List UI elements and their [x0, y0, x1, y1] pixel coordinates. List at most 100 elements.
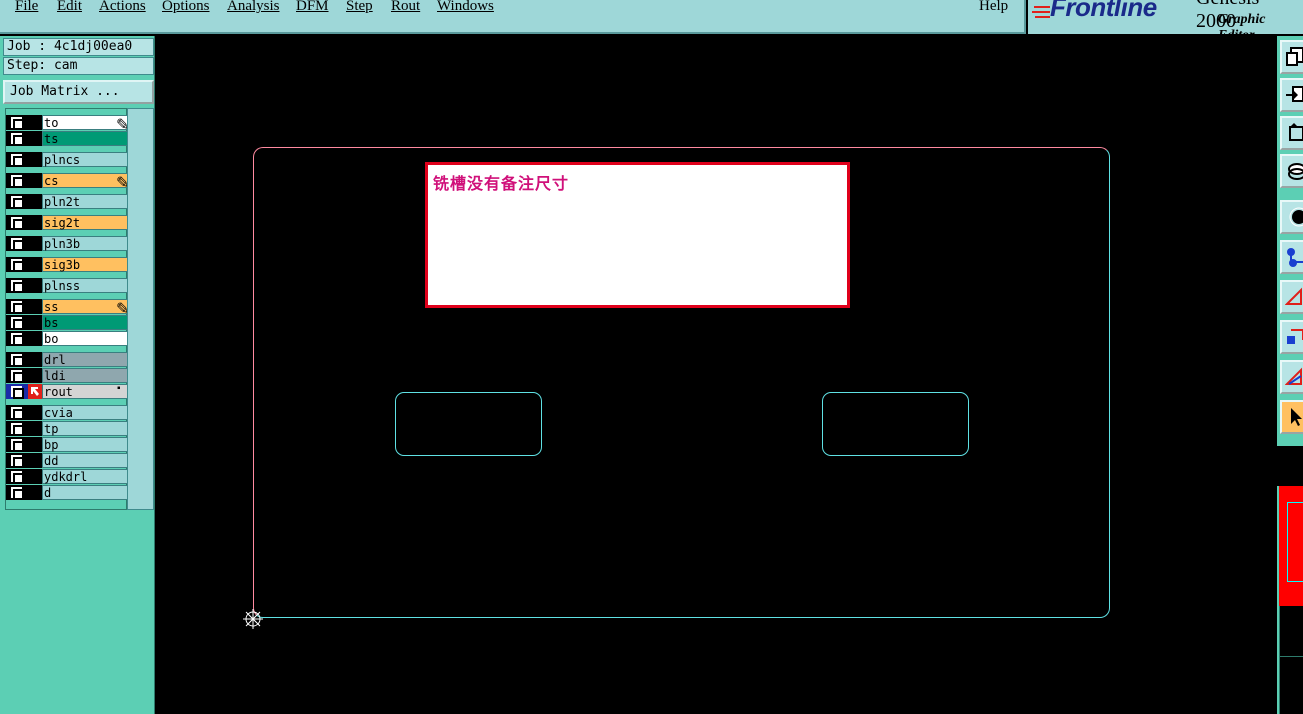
layer-row-bp[interactable]: bp	[6, 437, 128, 452]
layer-name-label[interactable]: ts	[42, 131, 128, 146]
layer-work-marker[interactable]	[28, 236, 42, 251]
tool-pointer-button[interactable]	[1280, 400, 1303, 434]
layer-row-rout[interactable]: rout ▪	[6, 383, 128, 399]
layer-name-label[interactable]: sig2t	[42, 215, 128, 230]
tool-measure-button[interactable]	[1280, 360, 1303, 394]
layer-row-to[interactable]: to ✎	[6, 115, 129, 134]
layer-checkbox[interactable]	[6, 405, 28, 420]
layer-name-label[interactable]: plncs	[42, 152, 128, 167]
menu-file[interactable]: File	[15, 0, 38, 15]
layer-checkbox[interactable]	[6, 453, 28, 468]
layer-work-marker[interactable]	[28, 315, 42, 330]
layer-checkbox[interactable]	[6, 368, 28, 383]
menu-dfm[interactable]: DFM	[296, 0, 329, 15]
layer-name-label[interactable]: pln2t	[42, 194, 128, 209]
layer-work-marker[interactable]	[28, 299, 42, 314]
menu-step[interactable]: Step	[346, 0, 373, 15]
layer-row-cs[interactable]: cs ✎	[6, 173, 129, 192]
layer-row-bo[interactable]: bo	[6, 331, 128, 346]
layer-checkbox[interactable]	[6, 421, 28, 436]
layer-name-label[interactable]: plnss	[42, 278, 128, 293]
layer-row-tp[interactable]: tp	[6, 421, 128, 436]
layer-work-marker[interactable]	[28, 384, 42, 399]
layer-work-marker[interactable]	[28, 405, 42, 420]
menu-analysis[interactable]: Analysis	[227, 0, 280, 15]
layer-row-drl[interactable]: drl	[6, 352, 128, 367]
layer-row-ldi[interactable]: ldi	[6, 368, 128, 383]
layer-name-label[interactable]: bp	[42, 437, 128, 452]
layer-work-marker[interactable]	[28, 173, 42, 188]
layer-checkbox[interactable]	[6, 315, 28, 330]
layer-work-marker[interactable]	[28, 257, 42, 272]
layer-work-marker[interactable]	[28, 368, 42, 383]
layer-name-label[interactable]: bo	[42, 331, 128, 346]
menu-actions[interactable]: Actions	[99, 0, 146, 15]
layer-list-scrollbar[interactable]	[127, 108, 154, 510]
layer-checkbox[interactable]	[6, 236, 28, 251]
tool-layer-button[interactable]	[1280, 154, 1303, 188]
layer-row-sig2t[interactable]: sig2t	[6, 215, 128, 230]
layer-name-label[interactable]: pln3b	[42, 236, 128, 251]
layer-work-marker[interactable]	[28, 485, 42, 500]
tool-select-area-button[interactable]	[1280, 320, 1303, 354]
layer-row-bs[interactable]: bs	[6, 315, 128, 330]
layer-checkbox[interactable]	[6, 194, 28, 209]
layer-checkbox[interactable]	[6, 469, 28, 484]
graphic-canvas[interactable]: 铣槽没有备注尺寸	[156, 36, 1276, 714]
layer-work-marker[interactable]	[28, 278, 42, 293]
layer-checkbox[interactable]	[6, 152, 28, 167]
layer-row-cvia[interactable]: cvia	[6, 405, 128, 420]
layer-row-ss[interactable]: ss ✎	[6, 299, 129, 318]
layer-row-d[interactable]: d	[6, 485, 128, 500]
layer-checkbox[interactable]	[6, 173, 28, 188]
layer-name-label[interactable]: tp	[42, 421, 128, 436]
layer-work-marker[interactable]	[28, 115, 42, 130]
layer-name-label[interactable]: ydkdrl	[42, 469, 128, 484]
layer-row-ts[interactable]: ts	[6, 131, 128, 146]
menu-rout[interactable]: Rout	[391, 0, 420, 15]
layer-name-label[interactable]: rout	[42, 384, 128, 399]
layer-checkbox[interactable]	[6, 437, 28, 452]
layer-row-ydkdrl[interactable]: ydkdrl	[6, 469, 128, 484]
layer-checkbox[interactable]	[6, 485, 28, 500]
layer-work-marker[interactable]	[28, 215, 42, 230]
tool-line-button[interactable]	[1280, 280, 1303, 314]
layer-work-marker[interactable]	[28, 421, 42, 436]
layer-name-label[interactable]: d	[42, 485, 128, 500]
layer-checkbox[interactable]	[6, 257, 28, 272]
layer-name-label[interactable]: sig3b	[42, 257, 128, 272]
layer-work-marker[interactable]	[28, 469, 42, 484]
layer-name-label[interactable]: ldi	[42, 368, 128, 383]
layer-row-plnss[interactable]: plnss	[6, 278, 128, 293]
menu-options[interactable]: Options	[162, 0, 210, 15]
layer-work-marker[interactable]	[28, 131, 42, 146]
layer-checkbox[interactable]	[6, 131, 28, 146]
layer-checkbox[interactable]	[6, 299, 28, 314]
layer-name-label[interactable]: dd	[42, 453, 128, 468]
layer-row-sig3b[interactable]: sig3b	[6, 257, 128, 272]
layer-name-label[interactable]: drl	[42, 352, 128, 367]
layer-row-pln2t[interactable]: pln2t	[6, 194, 128, 209]
layer-checkbox[interactable]	[6, 115, 28, 130]
layer-name-label[interactable]: bs	[42, 315, 128, 330]
layer-checkbox[interactable]	[6, 352, 28, 367]
layer-work-marker[interactable]	[28, 331, 42, 346]
layer-checkbox[interactable]	[6, 331, 28, 346]
layer-work-marker[interactable]	[28, 194, 42, 209]
layer-work-marker[interactable]	[28, 453, 42, 468]
menu-help[interactable]: Help	[979, 0, 1008, 15]
tool-connect-button[interactable]	[1280, 240, 1303, 274]
layer-row-plncs[interactable]: plncs	[6, 152, 128, 167]
tool-move-button[interactable]	[1280, 78, 1303, 112]
tool-resize-button[interactable]	[1280, 116, 1303, 150]
tool-copy-button[interactable]	[1280, 40, 1303, 74]
layer-checkbox[interactable]	[6, 384, 28, 399]
menu-edit[interactable]: Edit	[57, 0, 82, 15]
layer-work-marker[interactable]	[28, 152, 42, 167]
layer-checkbox[interactable]	[6, 215, 28, 230]
tool-pad-button[interactable]	[1280, 200, 1303, 234]
layer-row-pln3b[interactable]: pln3b	[6, 236, 128, 251]
layer-checkbox[interactable]	[6, 278, 28, 293]
layer-work-marker[interactable]	[28, 437, 42, 452]
layer-work-marker[interactable]	[28, 352, 42, 367]
